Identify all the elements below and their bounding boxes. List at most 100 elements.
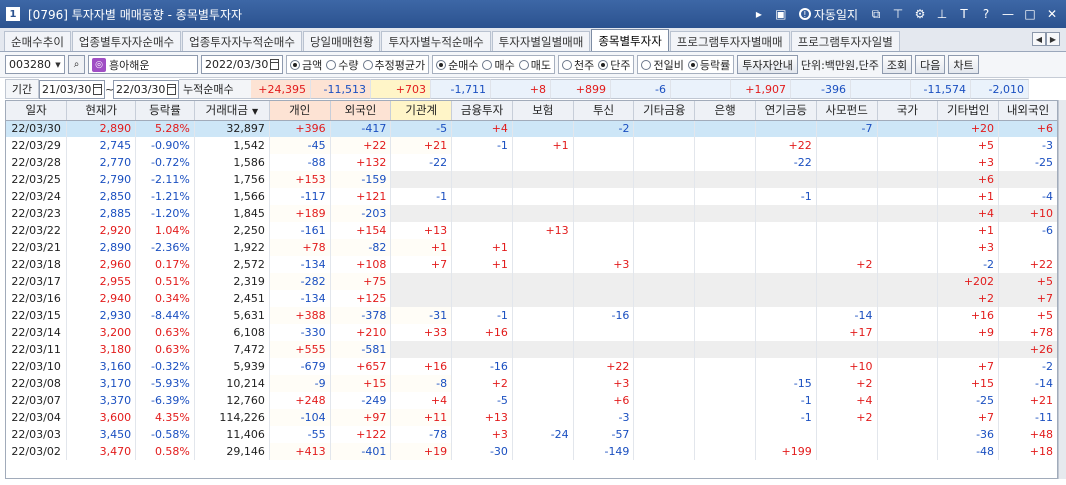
stock-name-field[interactable]: ◎ 흥아해운	[88, 55, 198, 74]
column-header[interactable]: 사모펀드	[816, 101, 878, 121]
table-row[interactable]: 22/03/24 2,850 -1.21% 1,566 -117 +121 -1 -1 +1 -4	[6, 188, 1057, 205]
share-unit-radios: 천주 단주	[557, 55, 635, 74]
stock-code-field[interactable]: 003280 ▼	[5, 55, 65, 74]
table-row[interactable]: 22/03/02 3,470 0.58% 29,146 +413 -401 +19 -30 -1…	[6, 443, 1057, 460]
next-button[interactable]: 다음	[915, 55, 946, 74]
tab-scroll-left-icon[interactable]: ◀	[1032, 32, 1046, 46]
table-row[interactable]: 22/03/14 3,200 0.63% 6,108 -330 +210 +33 +16 +17…	[6, 324, 1057, 341]
table-row[interactable]: 22/03/18 2,960 0.17% 2,572 -134 +108 +7 +1 +3 +2 -…	[6, 256, 1057, 273]
radio-option[interactable]: 등락률	[687, 57, 730, 73]
table-row[interactable]: 22/03/21 2,890 -2.36% 1,922 +78 -82 +1 +1 +3	[6, 239, 1057, 256]
column-header[interactable]: 기타금융	[633, 101, 696, 121]
auto-journal-button[interactable]: ! 자동일지	[795, 6, 862, 23]
radio-option[interactable]: 천주	[561, 57, 594, 73]
help-icon[interactable]: ?	[978, 6, 994, 22]
table-row[interactable]: 22/03/17 2,955 0.51% 2,319 -282 +75 +202 +5	[6, 273, 1057, 290]
maximize-icon[interactable]: □	[1022, 6, 1038, 22]
table-cell	[816, 222, 878, 239]
table-row[interactable]: 22/03/10 3,160 -0.32% 5,939 -679 +657 +16 -16 +2…	[6, 358, 1057, 375]
window-title: [0796] 투자자별 매매동향 - 종목별투자자	[28, 7, 243, 22]
table-row[interactable]: 22/03/08 3,170 -5.93% 10,214 -9 +15 -8 +2 +3 -15 +…	[6, 375, 1057, 392]
table-row[interactable]: 22/03/16 2,940 0.34% 2,451 -134 +125 +2 +7	[6, 290, 1057, 307]
radio-option[interactable]: 단주	[598, 57, 630, 73]
column-header[interactable]: 외국인	[330, 101, 392, 121]
table-cell: -5	[451, 392, 513, 409]
title-toolbar: ▸ ▣ ! 자동일지 ⧉ ⊤ ⚙ ⊥ T ? — □ ✕	[751, 0, 1060, 28]
table-row[interactable]: 22/03/15 2,930 -8.44% 5,631 +388 -378 -31 -1 -16…	[6, 307, 1057, 324]
radio-option[interactable]: 금액	[290, 57, 322, 73]
investor-guide-button[interactable]: 투자자안내	[737, 55, 798, 74]
table-row[interactable]: 22/03/04 3,600 4.35% 114,226 -104 +97 +11 +13 -3…	[6, 409, 1057, 426]
font-icon[interactable]: T	[956, 6, 972, 22]
column-header[interactable]: 기관계	[390, 101, 453, 121]
table-row[interactable]: 22/03/07 3,370 -6.39% 12,760 +248 -249 +4 -5 +6-…	[6, 392, 1057, 409]
column-header[interactable]: 등락률	[135, 101, 195, 121]
table-row[interactable]: 22/03/22 2,920 1.04% 2,250 -161 +154 +13 +13 +1-…	[6, 222, 1057, 239]
table-row[interactable]: 22/03/11 3,180 0.63% 7,472 +555 -581 +26	[6, 341, 1057, 358]
tab-3[interactable]: 당일매매현황	[302, 31, 381, 51]
calendar-icon[interactable]	[93, 83, 102, 95]
tab-7[interactable]: 프로그램투자자별매매	[669, 31, 790, 51]
tab-2[interactable]: 업종투자자누적순매수	[182, 31, 302, 51]
column-header[interactable]: 은행	[694, 101, 756, 121]
table-cell: -0.90%	[135, 137, 195, 154]
table-cell	[694, 358, 756, 375]
calendar-icon[interactable]	[167, 83, 176, 95]
date-field[interactable]: 2022/03/30	[201, 55, 283, 74]
investor-table[interactable]: 일자 현재가 등락률 거래대금 ▼ 개인 외국인 기관계 금융투자 보험 투신 기타금융 은행 연기금등 사…	[5, 100, 1058, 479]
pin-top-icon[interactable]: ⊥	[934, 6, 950, 22]
column-header[interactable]: 현재가	[66, 101, 137, 121]
chart-button[interactable]: 차트	[948, 55, 979, 74]
table-cell	[755, 120, 817, 137]
pin-icon[interactable]: ⊤	[890, 6, 906, 22]
calendar-icon[interactable]	[270, 59, 279, 70]
table-cell	[451, 205, 513, 222]
column-header[interactable]: 개인	[269, 101, 331, 121]
search-icon[interactable]: ⌕	[68, 55, 85, 74]
cumulative-sum-cell: -11,574	[911, 79, 971, 99]
column-header[interactable]: 일자	[6, 101, 68, 121]
tab-scroll-right-icon[interactable]: ▶	[1046, 32, 1060, 46]
column-header[interactable]: 연기금등	[755, 101, 817, 121]
query-button[interactable]: 조회	[881, 55, 913, 74]
period-separator: ~	[105, 82, 115, 96]
minimize-icon[interactable]: —	[1000, 6, 1016, 22]
column-header[interactable]: 금융투자	[451, 101, 513, 121]
column-header[interactable]: 투신	[573, 101, 635, 121]
table-row[interactable]: 22/03/23 2,885 -1.20% 1,845 +189 -203 +4 +10	[6, 205, 1057, 222]
tab-8[interactable]: 프로그램투자자일별	[790, 31, 900, 51]
period-to-field[interactable]: 22/03/30	[113, 79, 179, 99]
tab-6[interactable]: 종목별투자자	[591, 29, 669, 51]
radio-option[interactable]: 추정평균가	[362, 57, 425, 73]
column-header[interactable]: 국가	[877, 101, 939, 121]
tab-4[interactable]: 투자자별누적순매수	[381, 31, 491, 51]
tab-0[interactable]: 순매수추이	[4, 31, 71, 51]
chevron-down-icon[interactable]: ▼	[52, 56, 64, 73]
screen-icon[interactable]: ▣	[773, 6, 789, 22]
table-row[interactable]: 22/03/28 2,770 -0.72% 1,586 -88 +132 -22 -22 +3-…	[6, 154, 1057, 171]
radio-option[interactable]: 매도	[518, 57, 551, 73]
window-number[interactable]: 1	[6, 7, 20, 21]
radio-option[interactable]: 전일비	[641, 57, 684, 73]
column-header[interactable]: 기타법인	[937, 101, 1000, 121]
settings-icon[interactable]: ⚙	[912, 6, 928, 22]
radio-option[interactable]: 순매수	[436, 57, 478, 73]
table-cell: -14	[998, 375, 1057, 392]
column-header[interactable]: 보험	[512, 101, 574, 121]
tab-5[interactable]: 투자자별일별매매	[491, 31, 591, 51]
vertical-scrollbar[interactable]	[1058, 100, 1066, 479]
radio-option[interactable]: 수량	[326, 57, 359, 73]
period-from-field[interactable]: 21/03/30	[39, 79, 105, 99]
sort-desc-icon[interactable]: ▼	[252, 107, 258, 116]
column-header[interactable]: 거래대금 ▼	[194, 101, 270, 121]
table-row[interactable]: 22/03/03 3,450 -0.58% 11,406 -55 +122 -78 +3 -24…	[6, 426, 1057, 443]
table-row[interactable]: 22/03/25 2,790 -2.11% 1,756 +153 -159 +6	[6, 171, 1057, 188]
table-row[interactable]: 22/03/29 2,745 -0.90% 1,542 -45 +22 +21 -1 +1 +22…	[6, 137, 1057, 154]
table-row[interactable]: 22/03/30 2,890 5.28% 32,897 +396 -417 -5 +4 -2 -7…	[6, 120, 1057, 137]
link-icon[interactable]: ⧉	[868, 6, 884, 22]
close-icon[interactable]: ✕	[1044, 6, 1060, 22]
arrow-right-icon[interactable]: ▸	[751, 6, 767, 22]
tab-1[interactable]: 업종별투자자순매수	[71, 31, 182, 51]
radio-option[interactable]: 매수	[482, 57, 515, 73]
column-header[interactable]: 내외국인	[998, 101, 1057, 121]
